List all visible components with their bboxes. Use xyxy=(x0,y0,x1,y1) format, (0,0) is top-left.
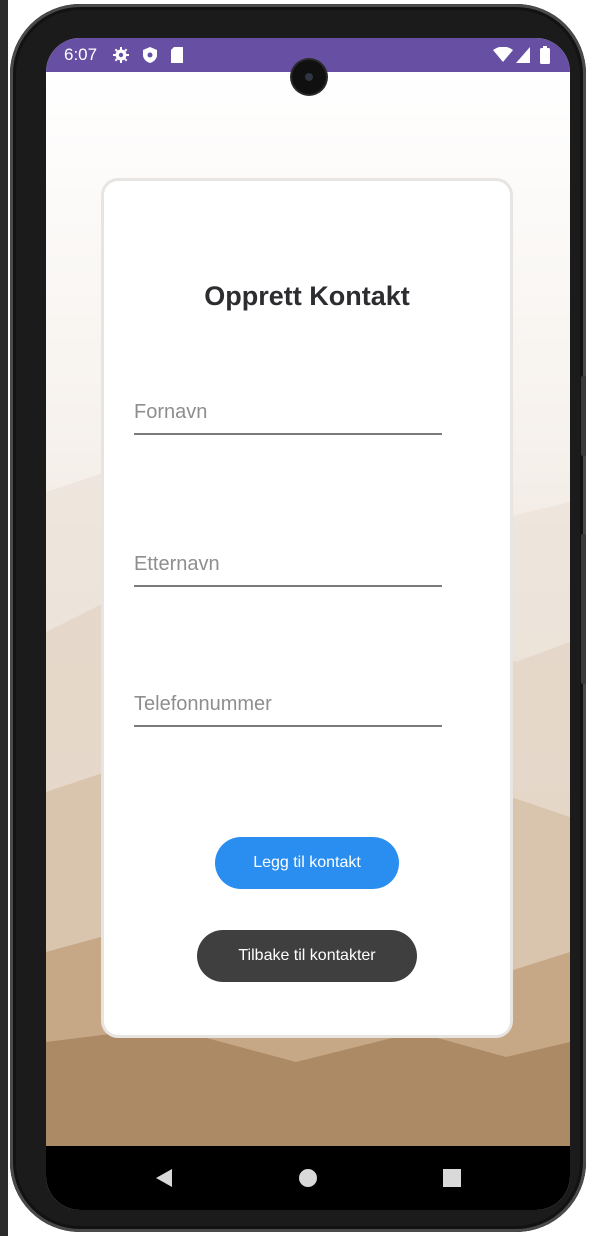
recents-square-icon[interactable] xyxy=(434,1160,470,1196)
status-time: 6:07 xyxy=(64,45,98,64)
window-edge xyxy=(0,0,8,1236)
sd-card-icon xyxy=(170,46,184,69)
create-contact-card: Opprett Kontakt Legg til kontakt Tilbake… xyxy=(104,181,510,1035)
phone-number-input[interactable] xyxy=(134,683,442,727)
navigation-bar xyxy=(46,1146,570,1210)
front-camera xyxy=(292,60,326,94)
signal-icon xyxy=(516,47,530,68)
home-circle-icon[interactable] xyxy=(290,1160,326,1196)
volume-button xyxy=(581,376,586,456)
battery-icon xyxy=(540,46,550,69)
phone-screen: 6:07 Opprett Kontakt Fornavn Etternavn T… xyxy=(46,38,570,1210)
shield-icon xyxy=(142,46,158,69)
power-button xyxy=(581,534,586,684)
first-name-input[interactable] xyxy=(134,391,442,435)
add-contact-button[interactable]: Legg til kontakt xyxy=(215,837,399,889)
back-triangle-icon[interactable] xyxy=(146,1160,182,1196)
page-title: Opprett Kontakt xyxy=(204,281,410,311)
back-to-contacts-button[interactable]: Tilbake til kontakter xyxy=(197,930,417,982)
last-name-input[interactable] xyxy=(134,543,442,587)
gear-icon xyxy=(112,46,130,69)
phone-frame: 6:07 Opprett Kontakt Fornavn Etternavn T… xyxy=(10,4,586,1232)
wifi-icon xyxy=(492,46,514,68)
